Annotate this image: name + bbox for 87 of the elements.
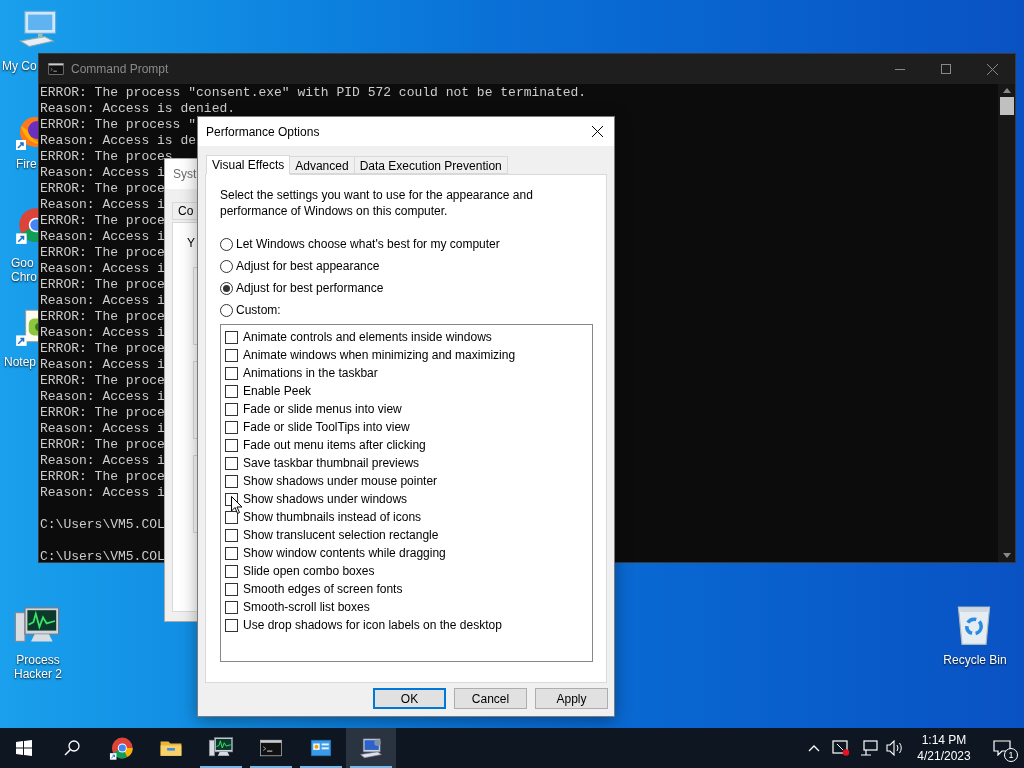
chevron-up-icon: [808, 744, 820, 752]
terminal-line: ERROR: The proce: [40, 277, 165, 293]
windows-icon: [16, 740, 32, 756]
terminal-line: C:\Users\VM5.COL: [40, 549, 165, 565]
terminal-line: ERROR: The process "consent.exe" with PID 572 could not be terminated.: [40, 85, 587, 101]
terminal-line: ERROR: The proce: [40, 373, 165, 389]
minimize-icon: [895, 68, 905, 70]
terminal-line: Reason: Access i: [40, 261, 165, 277]
volume-icon: [886, 740, 904, 756]
checkbox-option[interactable]: Show window contents while dragging: [225, 544, 446, 562]
terminal-line: Reason: Access i: [40, 485, 165, 501]
maximize-icon: [941, 64, 951, 74]
dialog-button[interactable]: OK: [373, 688, 446, 709]
tab[interactable]: Co: [172, 202, 200, 220]
checkbox-option[interactable]: Smooth-scroll list boxes: [225, 598, 370, 616]
browser-icon: [108, 735, 134, 761]
tab[interactable]: Advanced: [289, 156, 355, 174]
window-title: Syst: [173, 166, 197, 183]
terminal-line: ERROR: The proce: [40, 245, 165, 261]
checkbox-option[interactable]: Fade or slide ToolTips into view: [225, 418, 410, 436]
radio-option[interactable]: Adjust for best performance: [220, 280, 384, 296]
checkbox-option[interactable]: Smooth edges of screen fonts: [225, 580, 403, 598]
intro-text: Y: [187, 236, 195, 251]
terminal-line: C:\Users\VM5.COL: [40, 517, 165, 533]
checkbox-option[interactable]: Animate windows when minimizing and maximizing: [225, 346, 516, 364]
terminal-icon: [47, 60, 65, 78]
terminal-line: ERROR: The proce: [40, 181, 165, 197]
tab[interactable]: Visual Effects: [206, 155, 291, 175]
terminal-line: ERROR: The proce: [40, 469, 165, 485]
checkbox-option[interactable]: Fade out menu items after clicking: [225, 436, 426, 454]
terminal-line: Reason: Access i: [40, 357, 165, 373]
checkbox-option[interactable]: Show thumbnails instead of icons: [225, 508, 422, 526]
terminal-line: Reason: Access i: [40, 197, 165, 213]
close-icon: [591, 126, 603, 137]
radio-option[interactable]: Let Windows choose what's best for my computer: [220, 236, 500, 252]
checkbox-option[interactable]: Animations in the taskbar: [225, 364, 378, 382]
icon-label: Recycle Bin: [943, 653, 1007, 667]
terminal-line: Reason: Access i: [40, 229, 165, 245]
terminal-line: Reason: Access i: [40, 389, 165, 405]
computer-icon: [358, 735, 384, 761]
network-icon: [860, 740, 878, 756]
terminal-line: ERROR: The proce: [40, 309, 165, 325]
scroll-up-icon: [1002, 88, 1011, 93]
icon-label: Notep: [4, 355, 37, 369]
checkbox-option[interactable]: Slide open combo boxes: [225, 562, 375, 580]
icon-label: My Co: [2, 59, 37, 73]
notification-count: 1: [1004, 748, 1018, 762]
clock[interactable]: 1:14 PM 4/21/2023: [908, 732, 980, 764]
checkbox-option[interactable]: Show shadows under mouse pointer: [225, 472, 438, 490]
notification-icon: [993, 740, 1011, 756]
search-icon: [64, 740, 80, 756]
checkbox-option[interactable]: Save taskbar thumbnail previews: [225, 454, 420, 472]
checkbox-option[interactable]: Enable Peek: [225, 382, 312, 400]
tab[interactable]: Data Execution Prevention: [353, 156, 508, 174]
terminal-line: ERROR: The process ": [40, 117, 197, 133]
icon-label: Fire: [16, 157, 37, 171]
icon-label: Goo: [11, 256, 34, 270]
terminal-line: ERROR: The proce: [40, 405, 165, 421]
terminal-line: Reason: Access i: [40, 325, 165, 341]
close-icon: [986, 63, 998, 75]
radio-option[interactable]: Adjust for best appearance: [220, 258, 380, 274]
checkbox-option[interactable]: Animate controls and elements inside windows: [225, 328, 492, 346]
notification-button[interactable]: 1: [980, 728, 1024, 768]
window-title: Command Prompt: [71, 61, 169, 78]
checkbox-option[interactable]: Show translucent selection rectangle: [225, 526, 439, 544]
terminal-line: ERROR: The proce: [40, 213, 165, 229]
icon-label: Chro: [11, 270, 37, 284]
dialog-button[interactable]: Apply: [535, 688, 608, 709]
terminal-line: Reason: Access is de: [40, 133, 197, 149]
checkbox-option[interactable]: Fade or slide menus into view: [225, 400, 402, 418]
radio-option[interactable]: Custom:: [220, 302, 281, 318]
icon-label: Process: [16, 653, 60, 667]
description-text: Select the settings you want to use for the appearance and performance of Windows on this computer.: [220, 187, 534, 219]
scroll-thumb: [999, 97, 1014, 115]
icon-label: Hacker 2: [14, 667, 62, 681]
terminal-line: Reason: Access i: [40, 165, 165, 181]
terminal-line: Reason: Access i: [40, 421, 165, 437]
terminal-line: Reason: Access i: [40, 453, 165, 469]
terminal-line: Reason: Access i: [40, 293, 165, 309]
terminal-line: ERROR: The proce: [40, 341, 165, 357]
checkbox-option[interactable]: Use drop shadows for icon labels on the desktop: [225, 616, 502, 634]
dialog-button[interactable]: Cancel: [454, 688, 527, 709]
scroll-down-icon: [1002, 553, 1011, 558]
terminal-line: ERROR: The proce: [40, 437, 165, 453]
taskbar-button[interactable]: [346, 728, 396, 768]
terminal-line: Reason: Access is denied.: [40, 101, 236, 117]
window-title: Performance Options: [206, 123, 320, 141]
